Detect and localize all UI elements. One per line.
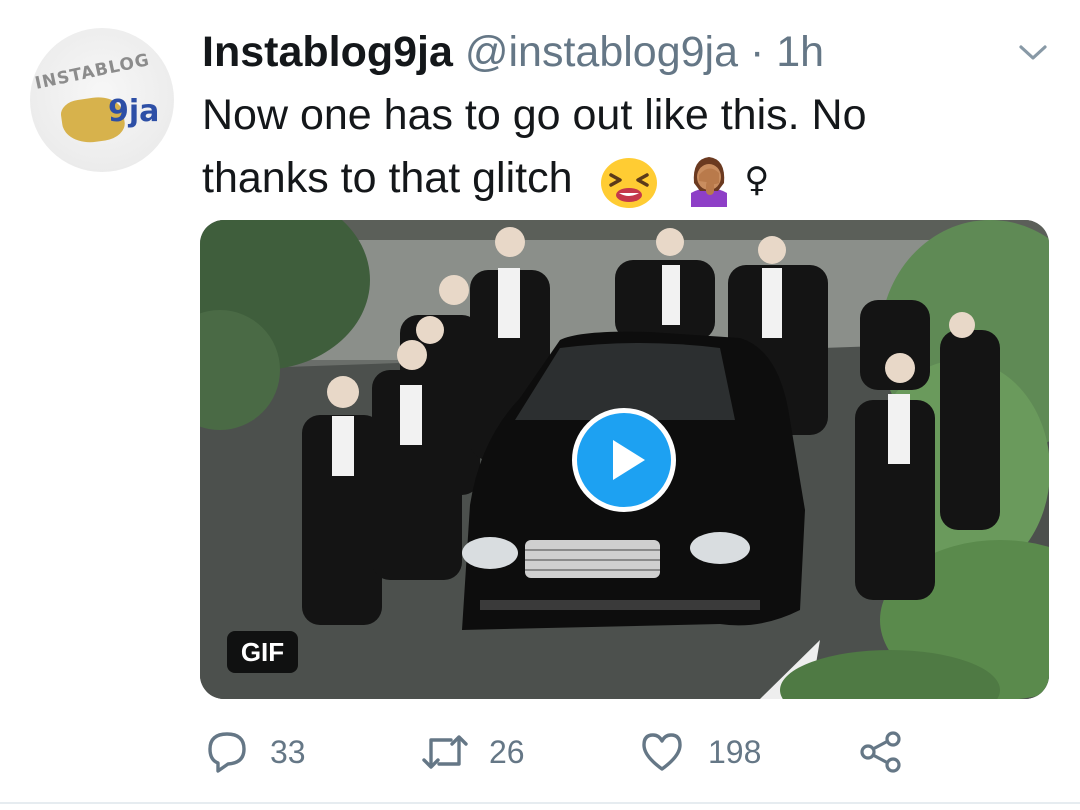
retweet-button[interactable]: 26 [421, 727, 525, 777]
avatar-logo-suffix: 9ja [108, 94, 160, 129]
like-count: 198 [708, 733, 762, 770]
tweet-text: Now one has to go out like this. No than… [202, 84, 1042, 212]
tweet-text-line-2: thanks to that glitch ♀ [202, 147, 1042, 212]
avatar[interactable]: INSTABLOG 9ja [30, 28, 174, 172]
separator-dot: · [749, 28, 765, 76]
tired-face-emoji [601, 157, 658, 208]
heart-icon [642, 733, 682, 771]
like-button[interactable]: 198 [640, 727, 761, 777]
retweet-icon [422, 735, 468, 769]
play-button[interactable] [572, 408, 676, 512]
tweet-text-line-1: Now one has to go out like this. No [202, 91, 867, 139]
reply-button[interactable]: 33 [206, 727, 306, 777]
media-gif[interactable] [200, 220, 1049, 699]
female-sign-emoji: ♀ [744, 160, 770, 201]
gif-badge: GIF [227, 631, 298, 673]
share-icon [860, 731, 901, 773]
reply-icon [208, 732, 246, 773]
tweet-header: Instablog9ja @instablog9ja · 1h [202, 28, 824, 76]
woman-facepalming-emoji [691, 156, 728, 207]
avatar-logo-text: INSTABLOG [33, 50, 152, 94]
display-name[interactable]: Instablog9ja [202, 28, 453, 76]
chevron-down-icon[interactable] [1016, 38, 1050, 66]
divider [0, 802, 1080, 804]
reply-count: 33 [270, 733, 306, 770]
tweet-text-line-2-words: thanks to that glitch [202, 154, 573, 202]
user-handle[interactable]: @instablog9ja [465, 28, 738, 76]
retweet-count: 26 [489, 733, 525, 770]
play-icon [613, 440, 645, 480]
share-button[interactable] [858, 727, 904, 777]
timestamp[interactable]: 1h [776, 28, 824, 76]
